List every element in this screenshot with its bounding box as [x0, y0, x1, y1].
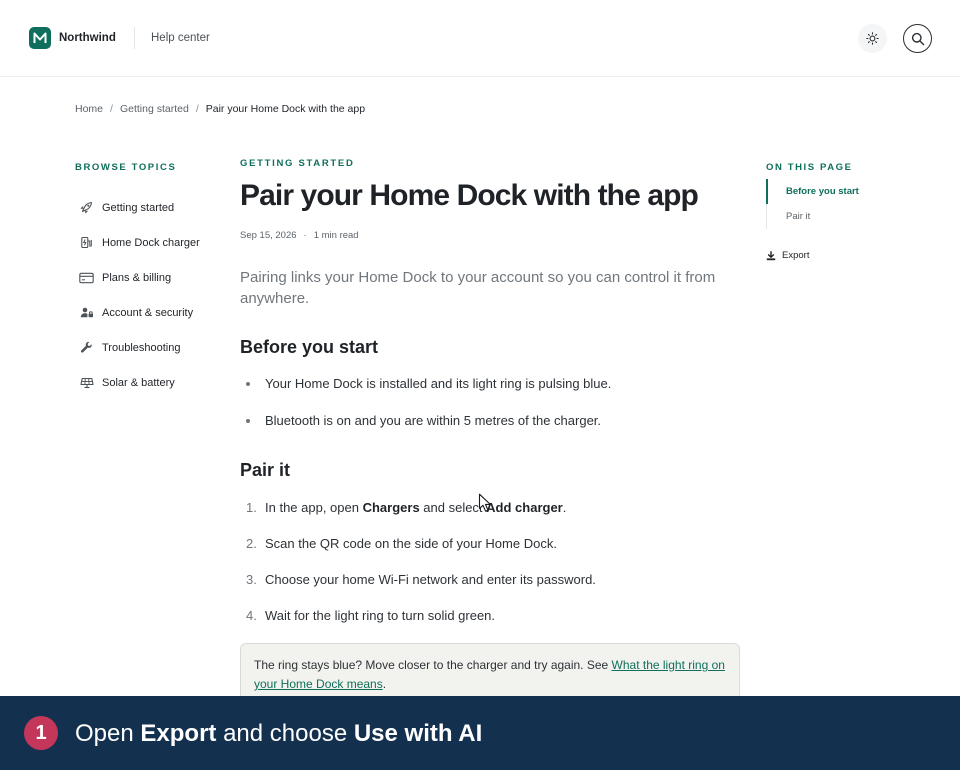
brand-link[interactable]: Northwind — [29, 27, 116, 49]
list-item: Bluetooth is on and you are within 5 met… — [246, 413, 736, 450]
sun-icon — [866, 32, 879, 45]
article-category: GETTING STARTED — [240, 158, 355, 169]
sidebar-item-label: Home Dock charger — [102, 236, 200, 249]
toc-title: ON THIS PAGE — [766, 162, 853, 173]
meta-separator: · — [303, 230, 307, 241]
article-date: Sep 15, 2026 — [240, 230, 297, 241]
callout-text: The ring stays blue? Move closer to the … — [254, 658, 612, 672]
top-bar: Northwind Help center — [0, 0, 960, 77]
caption-emphasis: Export — [140, 720, 217, 747]
sidebar-item-getting-started[interactable]: Getting started — [79, 190, 219, 225]
page-title: Pair your Home Dock with the app — [240, 179, 699, 212]
caption-emphasis: Use with AI — [353, 720, 483, 747]
step-number: 2. — [246, 536, 257, 551]
step-number: 1. — [246, 500, 257, 515]
list-item: Your Home Dock is installed and its ligh… — [246, 376, 736, 413]
list-item: 2. Scan the QR code on the side of your H… — [246, 536, 736, 572]
solar-panel-icon — [79, 375, 94, 390]
logo-m-icon — [33, 32, 47, 43]
caption-text-part: and choose — [216, 720, 354, 747]
toc-item-pair-it[interactable]: Pair it — [766, 204, 886, 229]
breadcrumb-home[interactable]: Home — [75, 103, 103, 115]
read-time: 1 min read — [313, 230, 359, 241]
sidebar-item-label: Troubleshooting — [102, 341, 181, 354]
download-icon — [766, 250, 776, 260]
article-lead: Pairing links your Home Dock to your acc… — [240, 269, 716, 307]
caption-instruction: Open Export and choose Use with AI — [75, 720, 482, 748]
step-text: and select — [419, 500, 487, 515]
breadcrumb-separator: / — [110, 103, 113, 115]
tutorial-caption-bar: 1 Open Export and choose Use with AI — [0, 696, 960, 770]
user-lock-icon — [79, 305, 94, 320]
wrench-icon — [79, 340, 94, 355]
brand-logo-icon — [29, 27, 51, 49]
breadcrumb-getting-started[interactable]: Getting started — [120, 103, 189, 115]
step-text: . — [562, 500, 567, 515]
sidebar-title: BROWSE TOPICS — [75, 162, 177, 173]
charger-icon — [79, 235, 94, 250]
credit-card-icon — [79, 270, 94, 285]
step-text: Wait for the light ring to turn solid gr… — [265, 608, 496, 623]
list-item: 3. Choose your home Wi-Fi network and ent… — [246, 572, 736, 608]
step-emphasis: Chargers — [362, 500, 420, 515]
export-button[interactable]: Export — [766, 250, 809, 261]
list-item: 4. Wait for the light ring to turn solid … — [246, 608, 736, 644]
mouse-cursor-icon — [478, 493, 491, 512]
export-label: Export — [782, 250, 810, 261]
sidebar-item-solar-battery[interactable]: Solar & battery — [79, 365, 219, 400]
step-number: 3. — [246, 572, 257, 587]
breadcrumb: Home / Getting started / Pair your Home … — [75, 103, 365, 115]
search-icon — [911, 32, 924, 45]
table-of-contents: Before you start Pair it — [766, 179, 886, 229]
search-button[interactable] — [903, 24, 932, 53]
steps-list: 1. In the app, open Chargers and select A… — [246, 500, 736, 644]
breadcrumb-current: Pair your Home Dock with the app — [205, 103, 366, 115]
theme-toggle-button[interactable] — [858, 24, 887, 53]
sidebar-item-home-dock-charger[interactable]: Home Dock charger — [79, 225, 219, 260]
callout-suffix: . — [382, 677, 387, 691]
step-text: Choose your home Wi-Fi network and enter… — [265, 572, 596, 587]
header-divider — [134, 27, 135, 49]
toc-item-before-you-start[interactable]: Before you start — [766, 179, 886, 204]
step-text: Scan the QR code on the side of your Hom… — [265, 536, 557, 551]
sidebar-item-troubleshooting[interactable]: Troubleshooting — [79, 330, 219, 365]
step-text: In the app, open — [265, 500, 363, 515]
breadcrumb-separator: / — [195, 103, 199, 115]
sidebar-item-label: Solar & battery — [102, 376, 175, 389]
sidebar-item-label: Getting started — [102, 201, 175, 214]
section-heading-pair-it: Pair it — [240, 460, 291, 480]
article-meta: Sep 15, 2026 · 1 min read — [240, 230, 359, 241]
rocket-icon — [79, 200, 94, 215]
caption-text-part: Open — [75, 720, 141, 747]
help-center-link[interactable]: Help center — [151, 32, 210, 44]
sidebar-item-label: Account & security — [102, 306, 194, 319]
step-number: 4. — [246, 608, 257, 623]
step-emphasis: Add charger — [486, 500, 563, 515]
prerequisites-list: Your Home Dock is installed and its ligh… — [246, 376, 736, 449]
step-number-badge: 1 — [24, 716, 58, 750]
brand-name: Northwind — [59, 32, 116, 44]
sidebar-item-label: Plans & billing — [102, 271, 172, 284]
sidebar-item-plans-billing[interactable]: Plans & billing — [79, 260, 219, 295]
section-heading-before-you-start: Before you start — [240, 337, 379, 357]
sidebar-nav: Getting started Home Dock charger Plans … — [79, 190, 219, 400]
sidebar-item-account-security[interactable]: Account & security — [79, 295, 219, 330]
